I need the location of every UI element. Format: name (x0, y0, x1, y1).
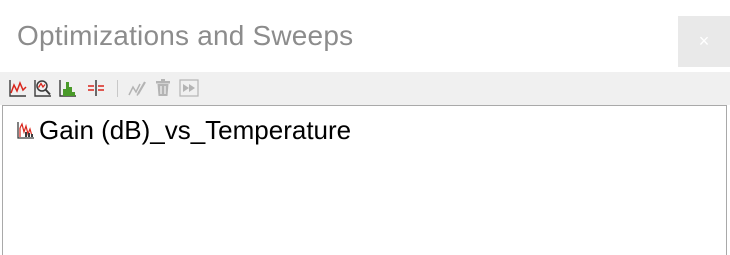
sweep-tree: Gain (dB)_vs_Temperature (2, 105, 727, 255)
histogram-icon[interactable] (58, 78, 78, 98)
close-icon: × (698, 31, 710, 51)
tree-item[interactable]: Gain (dB)_vs_Temperature (16, 114, 351, 146)
fast-forward-icon[interactable] (179, 78, 199, 98)
line-chart-icon[interactable] (8, 78, 28, 98)
toolbar (0, 72, 730, 105)
chart-magnifier-icon[interactable] (33, 78, 53, 98)
edit-chart-icon[interactable] (127, 78, 147, 98)
toolbar-separator (117, 80, 118, 97)
panel-title: Optimizations and Sweeps (17, 20, 354, 51)
optimizations-sweeps-panel: Optimizations and Sweeps × Gain (dB)_vs_… (0, 0, 730, 255)
close-button[interactable]: × (678, 16, 730, 67)
sweep-chart-icon (16, 120, 36, 140)
tree-item-label: Gain (dB)_vs_Temperature (39, 114, 352, 145)
crosshair-icon[interactable] (86, 78, 106, 98)
panel-header: Optimizations and Sweeps × (0, 0, 730, 72)
trash-icon[interactable] (153, 78, 173, 98)
